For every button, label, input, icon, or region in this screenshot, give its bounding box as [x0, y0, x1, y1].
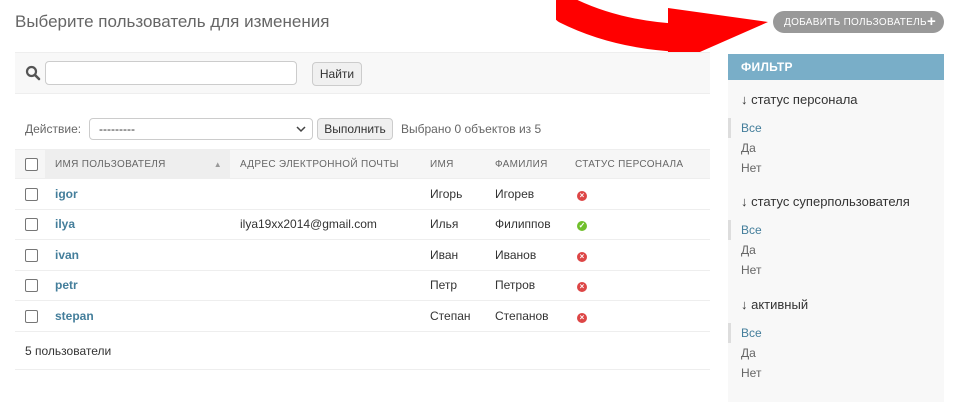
add-user-button[interactable]: ДОБАВИТЬ ПОЛЬЗОВАТЕЛЬ + — [773, 11, 944, 33]
run-action-button[interactable]: Выполнить — [317, 118, 393, 140]
action-select[interactable]: --------- — [89, 118, 313, 140]
column-header-username[interactable]: ИМЯ ПОЛЬЗОВАТЕЛЯ ▲ — [45, 149, 230, 179]
filter-group-title: ↓ статус персонала — [741, 92, 858, 107]
plus-icon: + — [926, 13, 936, 30]
row-checkbox[interactable] — [25, 187, 38, 201]
status-no-icon: × — [577, 282, 587, 293]
filter-option-yes[interactable]: Да — [728, 240, 944, 260]
filter-option-all[interactable]: Все — [728, 323, 944, 343]
row-checkbox[interactable] — [25, 218, 38, 232]
filter-option-no[interactable]: Нет — [728, 260, 944, 280]
column-header-first-name[interactable]: ИМЯ — [420, 149, 485, 179]
column-header-staff-status[interactable]: СТАТУС ПЕРСОНАЛА — [565, 149, 710, 179]
search-input[interactable] — [45, 61, 297, 85]
username-link[interactable]: igor — [55, 187, 78, 201]
username-link[interactable]: ivan — [55, 248, 79, 262]
chevron-down-icon — [296, 119, 306, 146]
last-name-cell: Петров — [485, 270, 565, 301]
table-row: ilya ilya19xx2014@gmail.com Илья Филиппо… — [15, 209, 710, 240]
sort-asc-icon[interactable]: ▲ — [214, 160, 222, 169]
status-no-icon: × — [577, 190, 587, 201]
last-name-cell: Иванов — [485, 239, 565, 271]
actions-bar: Действие: --------- Выполнить Выбрано 0 … — [15, 112, 710, 148]
page-title: Выберите пользователь для изменения — [15, 12, 330, 31]
filter-sidebar: ФИЛЬТР ↓ статус персонала Все Да Нет ↓ с… — [728, 54, 944, 402]
table-row: petr Петр Петров × — [15, 270, 710, 301]
search-icon — [25, 65, 41, 81]
filter-option-yes[interactable]: Да — [728, 343, 944, 363]
results-table-wrap: ИМЯ ПОЛЬЗОВАТЕЛЯ ▲ АДРЕС ЭЛЕКТРОННОЙ ПОЧ… — [15, 149, 710, 332]
filter-group-active: ↓ активный Все Да Нет — [728, 297, 944, 383]
filter-option-all[interactable]: Все — [728, 118, 944, 138]
filter-option-no[interactable]: Нет — [728, 363, 944, 383]
filter-option-yes[interactable]: Да — [728, 138, 944, 158]
filter-option-no[interactable]: Нет — [728, 158, 944, 178]
username-link[interactable]: stepan — [55, 309, 94, 323]
filter-group-staff: ↓ статус персонала Все Да Нет — [728, 92, 944, 178]
add-user-button-label: ДОБАВИТЬ ПОЛЬЗОВАТЕЛЬ — [784, 16, 927, 28]
row-checkbox[interactable] — [25, 248, 38, 262]
status-yes-icon: ✓ — [577, 221, 587, 232]
column-header-email[interactable]: АДРЕС ЭЛЕКТРОННОЙ ПОЧТЫ — [230, 149, 420, 179]
first-name-cell: Иван — [420, 239, 485, 271]
last-name-cell: Филиппов — [485, 209, 565, 240]
email-cell — [230, 270, 420, 301]
email-cell — [230, 239, 420, 271]
first-name-cell: Петр — [420, 270, 485, 301]
filter-title: ФИЛЬТР — [728, 54, 944, 80]
last-name-cell: Игорев — [485, 178, 565, 210]
action-label: Действие: — [25, 122, 82, 136]
email-cell — [230, 178, 420, 210]
results-table: ИМЯ ПОЛЬЗОВАТЕЛЯ ▲ АДРЕС ЭЛЕКТРОННОЙ ПОЧ… — [15, 149, 710, 332]
filter-group-title: ↓ активный — [741, 297, 809, 312]
search-toolbar: Найти — [15, 52, 710, 94]
email-cell: ilya19xx2014@gmail.com — [230, 209, 420, 240]
selected-count: Выбрано 0 объектов из 5 — [401, 122, 542, 136]
table-row: igor Игорь Игорев × — [15, 178, 710, 210]
filter-option-all[interactable]: Все — [728, 220, 944, 240]
first-name-cell: Игорь — [420, 178, 485, 210]
email-cell — [230, 300, 420, 332]
column-header-last-name[interactable]: ФАМИЛИЯ — [485, 149, 565, 179]
last-name-cell: Степанов — [485, 300, 565, 332]
row-checkbox[interactable] — [25, 279, 38, 293]
search-button[interactable]: Найти — [312, 62, 362, 86]
row-checkbox[interactable] — [25, 309, 38, 323]
filter-group-title: ↓ статус суперпользователя — [741, 194, 910, 209]
table-row: ivan Иван Иванов × — [15, 239, 710, 271]
status-no-icon: × — [577, 251, 587, 262]
first-name-cell: Илья — [420, 209, 485, 240]
first-name-cell: Степан — [420, 300, 485, 332]
username-link[interactable]: ilya — [55, 217, 75, 231]
username-link[interactable]: petr — [55, 278, 78, 292]
status-no-icon: × — [577, 312, 587, 323]
select-all-checkbox[interactable] — [25, 157, 38, 171]
table-row: stepan Степан Степанов × — [15, 300, 710, 332]
paginator: 5 пользователи — [15, 332, 710, 370]
filter-group-superuser: ↓ статус суперпользователя Все Да Нет — [728, 194, 944, 280]
action-select-value: --------- — [99, 122, 135, 136]
